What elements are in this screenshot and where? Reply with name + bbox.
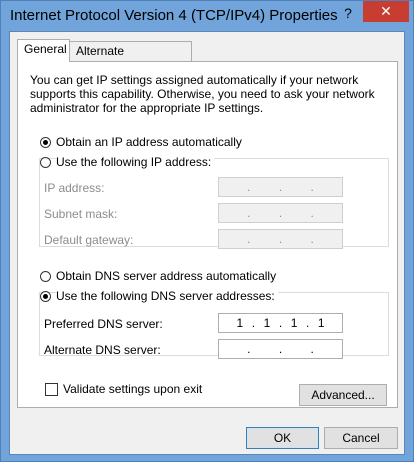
alternate-dns-label: Alternate DNS server: (44, 343, 161, 357)
help-button[interactable]: ? (336, 3, 360, 23)
use-following-dns-label[interactable]: Use the following DNS server addresses: (56, 289, 278, 303)
obtain-dns-auto-radio[interactable] (40, 271, 51, 282)
obtain-ip-auto-label[interactable]: Obtain an IP address automatically (56, 135, 242, 149)
alternate-dns-input[interactable]: ... (218, 339, 343, 359)
window-title: Internet Protocol Version 4 (TCP/IPv4) P… (10, 7, 338, 24)
ip-address-input[interactable]: ... (218, 177, 343, 197)
cancel-button[interactable]: Cancel (324, 427, 398, 449)
close-button[interactable]: ✕ (363, 1, 409, 22)
tab-general[interactable]: General (17, 39, 70, 62)
ip-address-label: IP address: (44, 181, 105, 195)
preferred-dns-label: Preferred DNS server: (44, 317, 163, 331)
preferred-dns-input[interactable]: 1 . 1 . 1 . 1 (218, 313, 343, 333)
intro-text: You can get IP settings assigned automat… (30, 73, 375, 115)
subnet-mask-input[interactable]: ... (218, 203, 343, 223)
validate-settings-checkbox[interactable] (45, 383, 58, 396)
use-following-ip-label[interactable]: Use the following IP address: (56, 155, 215, 169)
dialog-window: Internet Protocol Version 4 (TCP/IPv4) P… (0, 0, 414, 462)
ok-button[interactable]: OK (246, 427, 319, 449)
advanced-button[interactable]: Advanced... (299, 384, 387, 406)
default-gateway-input[interactable]: ... (218, 229, 343, 249)
general-tab-panel: You can get IP settings assigned automat… (17, 61, 398, 408)
tab-alternate-configuration[interactable]: Alternate Configuration (69, 41, 192, 76)
dialog-client-area: General Alternate Configuration You can … (9, 31, 405, 455)
validate-settings-label[interactable]: Validate settings upon exit (63, 382, 202, 396)
use-following-ip-radio[interactable] (40, 157, 51, 168)
default-gateway-label: Default gateway: (44, 233, 134, 247)
obtain-dns-auto-label[interactable]: Obtain DNS server address automatically (56, 269, 276, 283)
use-following-dns-radio[interactable] (40, 291, 51, 302)
subnet-mask-label: Subnet mask: (44, 207, 118, 221)
obtain-ip-auto-radio[interactable] (40, 137, 51, 148)
